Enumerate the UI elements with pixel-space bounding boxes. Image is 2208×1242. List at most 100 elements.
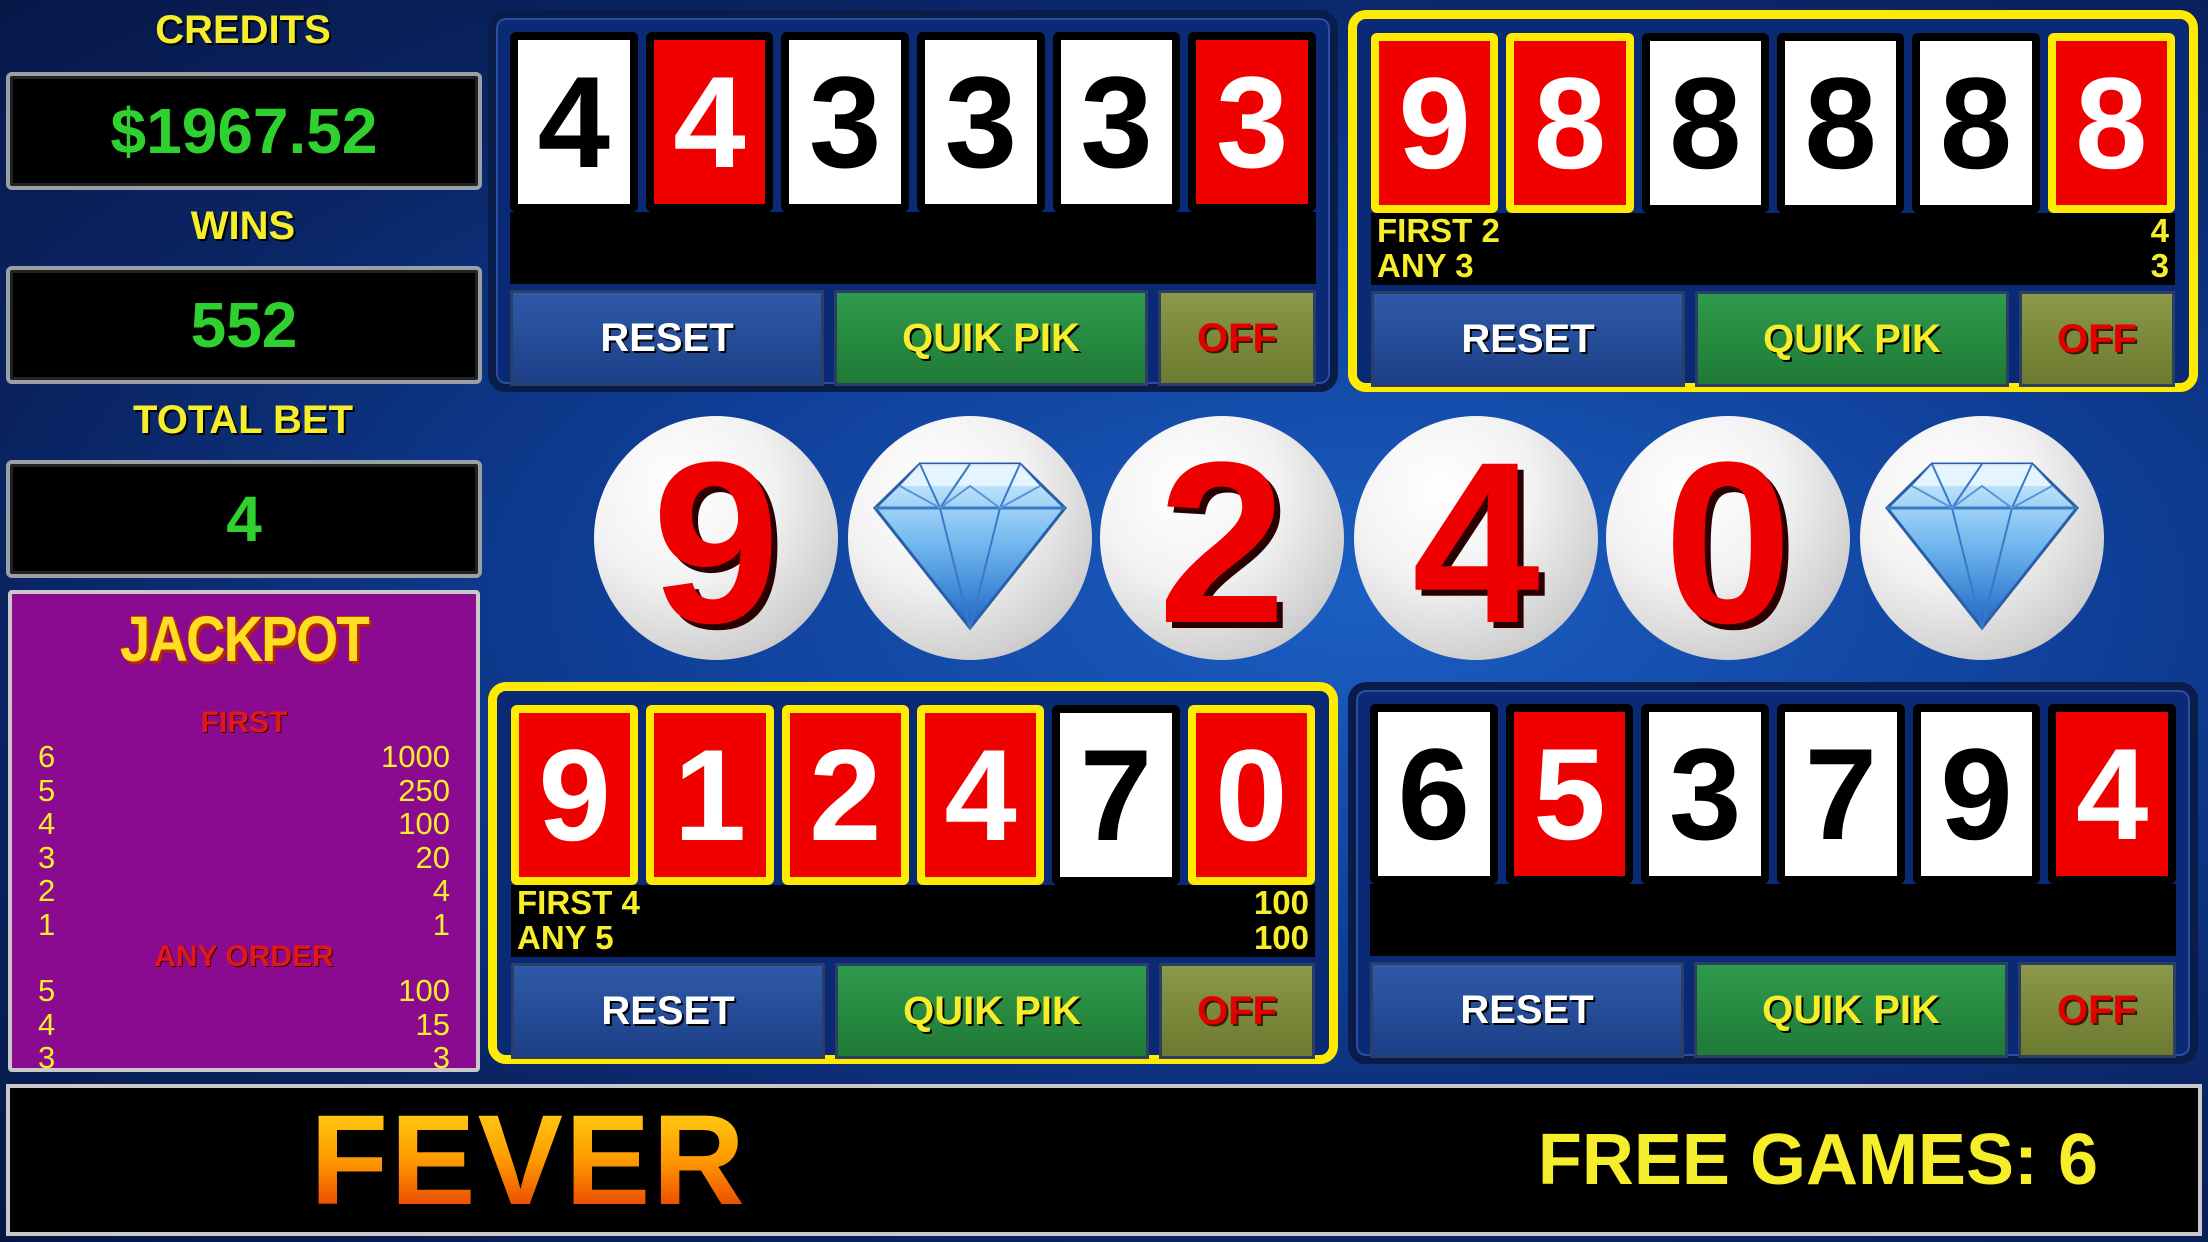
- paytable-payout: 1000: [381, 739, 450, 774]
- paytable-row: 4 15: [38, 1008, 450, 1041]
- fever-title: FEVER: [310, 1088, 747, 1232]
- digit-cell[interactable]: 6: [1370, 704, 1498, 884]
- digit-cell[interactable]: 7: [1052, 705, 1180, 885]
- paytable-match: 3: [38, 1040, 56, 1075]
- win-line: FIRST 4 100: [511, 885, 1315, 920]
- credits-display: $1967.52: [6, 72, 482, 190]
- digit-value: 3: [789, 40, 902, 204]
- digit-cell[interactable]: 0: [1187, 705, 1315, 885]
- ticket-digits: 443333: [510, 32, 1317, 212]
- digit-value: 9: [1920, 712, 2033, 876]
- quik-pik-button[interactable]: QUIK PIK: [1694, 962, 2008, 1058]
- digit-value: 8: [1784, 41, 1897, 205]
- digit-value: 0: [1195, 713, 1307, 877]
- digit-value: 3: [1060, 40, 1173, 204]
- win-line-amount: 100: [1253, 919, 1309, 956]
- digit-cell[interactable]: 4: [510, 32, 638, 212]
- first-label: FIRST: [200, 706, 288, 739]
- draw-ball: [1860, 416, 2104, 660]
- digit-cell[interactable]: 8: [1641, 33, 1769, 213]
- draw-ball: 2: [1100, 416, 1344, 660]
- digit-value: 1: [654, 713, 766, 877]
- paytable-payout: 100: [398, 806, 450, 841]
- off-button[interactable]: OFF: [2018, 962, 2176, 1058]
- paytable-row: 5 250: [38, 774, 450, 807]
- digit-value: 9: [519, 713, 631, 877]
- ticket-win-info: [1370, 884, 2176, 956]
- reset-button[interactable]: RESET: [1371, 291, 1685, 387]
- digit-value: 7: [1060, 713, 1172, 877]
- quik-pik-button[interactable]: QUIK PIK: [1695, 291, 2009, 387]
- paytable-payout: 4: [432, 873, 450, 908]
- digit-cell[interactable]: 3: [1188, 32, 1317, 212]
- digit-cell[interactable]: 3: [917, 32, 1045, 212]
- win-line: ANY 5 100: [511, 920, 1315, 955]
- ticket-digits: 988888: [1371, 33, 2175, 213]
- digit-cell[interactable]: 2: [781, 705, 909, 885]
- quik-pik-button[interactable]: QUIK PIK: [835, 963, 1149, 1059]
- digit-cell[interactable]: 9: [1912, 704, 2041, 884]
- paytable-row: 33: [38, 1041, 450, 1074]
- digit-cell[interactable]: 4: [2048, 704, 2177, 884]
- total-bet-label: TOTAL BET: [133, 398, 353, 442]
- win-line: ANY 3 3: [1371, 248, 2175, 283]
- paytable-payout: 100: [398, 973, 450, 1008]
- diamond-icon: [1882, 446, 2082, 641]
- paytable-payout: 15: [415, 1006, 450, 1042]
- digit-value: 8: [1649, 41, 1761, 205]
- digit-cell[interactable]: 4: [916, 705, 1045, 885]
- free-games-counter: FREE GAMES: 6: [1537, 1120, 2098, 1200]
- win-line-label: ANY 5: [517, 919, 614, 956]
- ticket-digits: 653794: [1370, 704, 2177, 884]
- ticket-panel-4: 6 5 3 7 9 4 RESET QUIK PIK OFF: [1348, 682, 2198, 1064]
- win-line-label: FIRST 4: [517, 884, 640, 921]
- wins-label: WINS: [190, 204, 296, 248]
- any-order-label: ANY ORDER: [154, 940, 334, 973]
- digit-cell[interactable]: 8: [2047, 33, 2175, 213]
- paytable-match: 1: [38, 906, 56, 942]
- quik-pik-button[interactable]: QUIK PIK: [834, 290, 1148, 386]
- ticket-digits: 912470: [511, 705, 1315, 885]
- draw-ball: 4: [1354, 416, 1598, 660]
- jackpot-title: JACKPOT: [119, 603, 370, 675]
- reset-button[interactable]: RESET: [511, 963, 825, 1059]
- ball-number: 2: [1158, 414, 1286, 671]
- digit-cell[interactable]: 3: [1052, 32, 1181, 212]
- digit-cell[interactable]: 7: [1777, 704, 1905, 884]
- paytable-match: 2: [38, 873, 56, 908]
- digit-cell[interactable]: 3: [1641, 704, 1770, 884]
- draw-ball: 0: [1606, 416, 1850, 660]
- digit-value: 2: [789, 713, 901, 877]
- paytable-payout: 250: [398, 772, 450, 808]
- digit-cell[interactable]: 9: [511, 705, 639, 885]
- digit-cell[interactable]: 9: [1371, 33, 1499, 213]
- paytable-row: 4 100: [38, 807, 450, 840]
- off-button[interactable]: OFF: [2019, 291, 2175, 387]
- digit-cell[interactable]: 5: [1505, 704, 1634, 884]
- digit-cell[interactable]: 8: [1776, 33, 1905, 213]
- digit-cell[interactable]: 4: [645, 32, 774, 212]
- win-line-amount: 100: [1253, 884, 1309, 921]
- digit-value: 8: [2055, 41, 2167, 205]
- digit-cell[interactable]: 8: [1506, 33, 1634, 213]
- win-line-label: FIRST 2: [1377, 212, 1500, 249]
- off-button[interactable]: OFF: [1158, 290, 1316, 386]
- digit-cell[interactable]: 3: [781, 32, 910, 212]
- digit-value: 7: [1785, 712, 1897, 876]
- digit-value: 5: [1513, 712, 1626, 876]
- paytable-row: 6 1000: [38, 740, 450, 773]
- draw-ball: [848, 416, 1092, 660]
- paytable-row: 5 100: [38, 974, 450, 1007]
- off-button[interactable]: OFF: [1159, 963, 1315, 1059]
- paytable-match: 6: [38, 739, 56, 774]
- win-line-amount: 3: [2150, 247, 2169, 284]
- paytable-row: 24: [38, 874, 450, 907]
- reset-button[interactable]: RESET: [510, 290, 824, 386]
- digit-cell[interactable]: 8: [1912, 33, 2040, 213]
- paytable-match: 4: [38, 806, 56, 841]
- ticket-panel-2: 9 8 8 8 8 8 FIRST 2 4 ANY 3 3 RESET QUIK PIK OFF: [1348, 10, 2198, 392]
- ticket-win-info: FIRST 4 100 ANY 5 100: [511, 885, 1315, 957]
- reset-button[interactable]: RESET: [1370, 962, 1684, 1058]
- digit-cell[interactable]: 1: [646, 705, 774, 885]
- ticket-panel-1: 4 4 3 3 3 3 RESET QUIK PIK OFF: [488, 10, 1338, 392]
